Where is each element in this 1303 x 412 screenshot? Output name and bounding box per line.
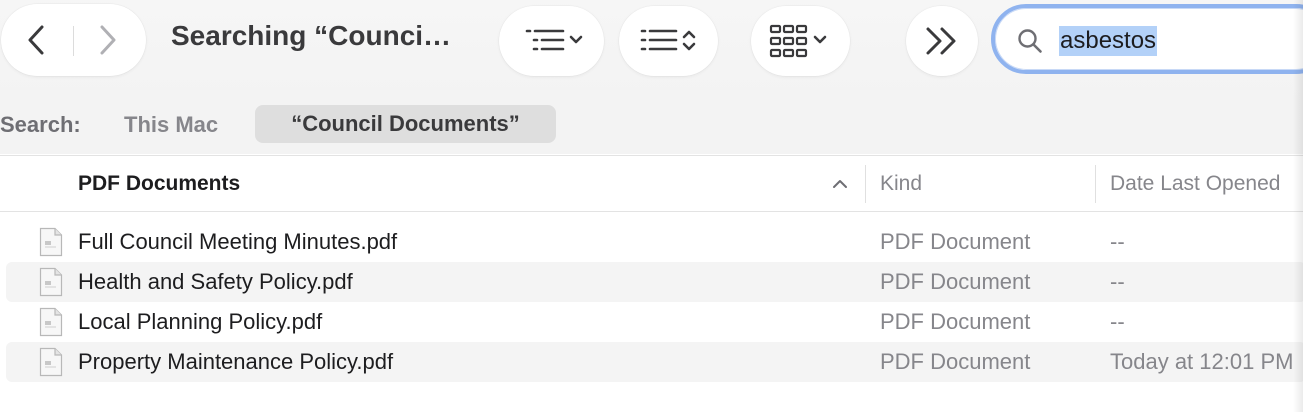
pdf-file-icon [39,347,63,377]
chevron-down-icon [569,35,582,44]
list-sort-icon [640,29,695,51]
toolbar: Searching “Counci… asbestos [0,0,1303,96]
chevron-left-icon [28,25,44,55]
file-name: Health and Safety Policy.pdf [78,269,353,294]
magnifier-icon [1017,28,1043,54]
column-header-date-last-opened[interactable]: Date Last Opened [1110,172,1280,196]
file-kind: PDF Document [880,309,1031,334]
scope-label: Search: [0,112,81,137]
pdf-file-icon [39,307,63,337]
column-header-name[interactable]: PDF Documents [78,172,240,196]
search-scope-bar: Search: This Mac “Council Documents” [0,96,1303,154]
window-edge-shadow [1293,0,1303,412]
back-button[interactable] [1,4,71,76]
file-date-last-opened: -- [1110,269,1125,294]
finder-window: Searching “Counci… asbestos Search: This… [0,0,1303,412]
double-chevron-right-icon [926,27,956,55]
pdf-file-icon [39,267,63,297]
file-name: Full Council Meeting Minutes.pdf [78,229,398,254]
file-name: Property Maintenance Policy.pdf [78,349,394,374]
column-header-row: PDF Documents Kind Date Last Opened [0,155,1303,212]
column-header-kind[interactable]: Kind [880,172,922,196]
file-kind: PDF Document [880,269,1031,294]
scope-current-folder-button[interactable]: “Council Documents” [255,105,556,143]
column-separator[interactable] [1095,165,1096,203]
file-list: Full Council Meeting Minutes.pdf PDF Doc… [0,222,1303,382]
scope-current-folder-label: “Council Documents” [291,111,520,136]
chevron-right-icon [100,25,116,55]
sort-button[interactable] [619,6,718,76]
column-separator[interactable] [865,165,866,203]
search-query-text[interactable]: asbestos [1059,26,1158,56]
pdf-file-icon [39,227,63,257]
grid-view-icon [769,24,826,58]
sort-ascending-icon[interactable] [831,175,849,193]
file-row[interactable]: Health and Safety Policy.pdf PDF Documen… [6,262,1303,302]
view-options-button[interactable] [751,6,850,76]
scope-this-mac-button[interactable]: This Mac [124,112,218,138]
file-date-last-opened: -- [1110,229,1125,254]
more-toolbar-items-button[interactable] [906,6,978,76]
file-row[interactable]: Local Planning Policy.pdf PDF Document -… [6,302,1303,342]
group-by-button[interactable] [499,6,604,76]
file-name: Local Planning Policy.pdf [78,309,323,334]
file-row[interactable]: Property Maintenance Policy.pdf PDF Docu… [6,342,1303,382]
navigation-group [1,4,146,76]
list-indent-icon [525,29,582,51]
file-date-last-opened: Today at 12:01 PM [1110,349,1294,374]
file-row[interactable]: Full Council Meeting Minutes.pdf PDF Doc… [6,222,1303,262]
forward-button[interactable] [73,4,143,76]
search-input[interactable]: asbestos [991,4,1303,74]
file-kind: PDF Document [880,349,1031,374]
file-date-last-opened: -- [1110,309,1125,334]
window-title: Searching “Counci… [171,20,452,51]
file-kind: PDF Document [880,229,1031,254]
